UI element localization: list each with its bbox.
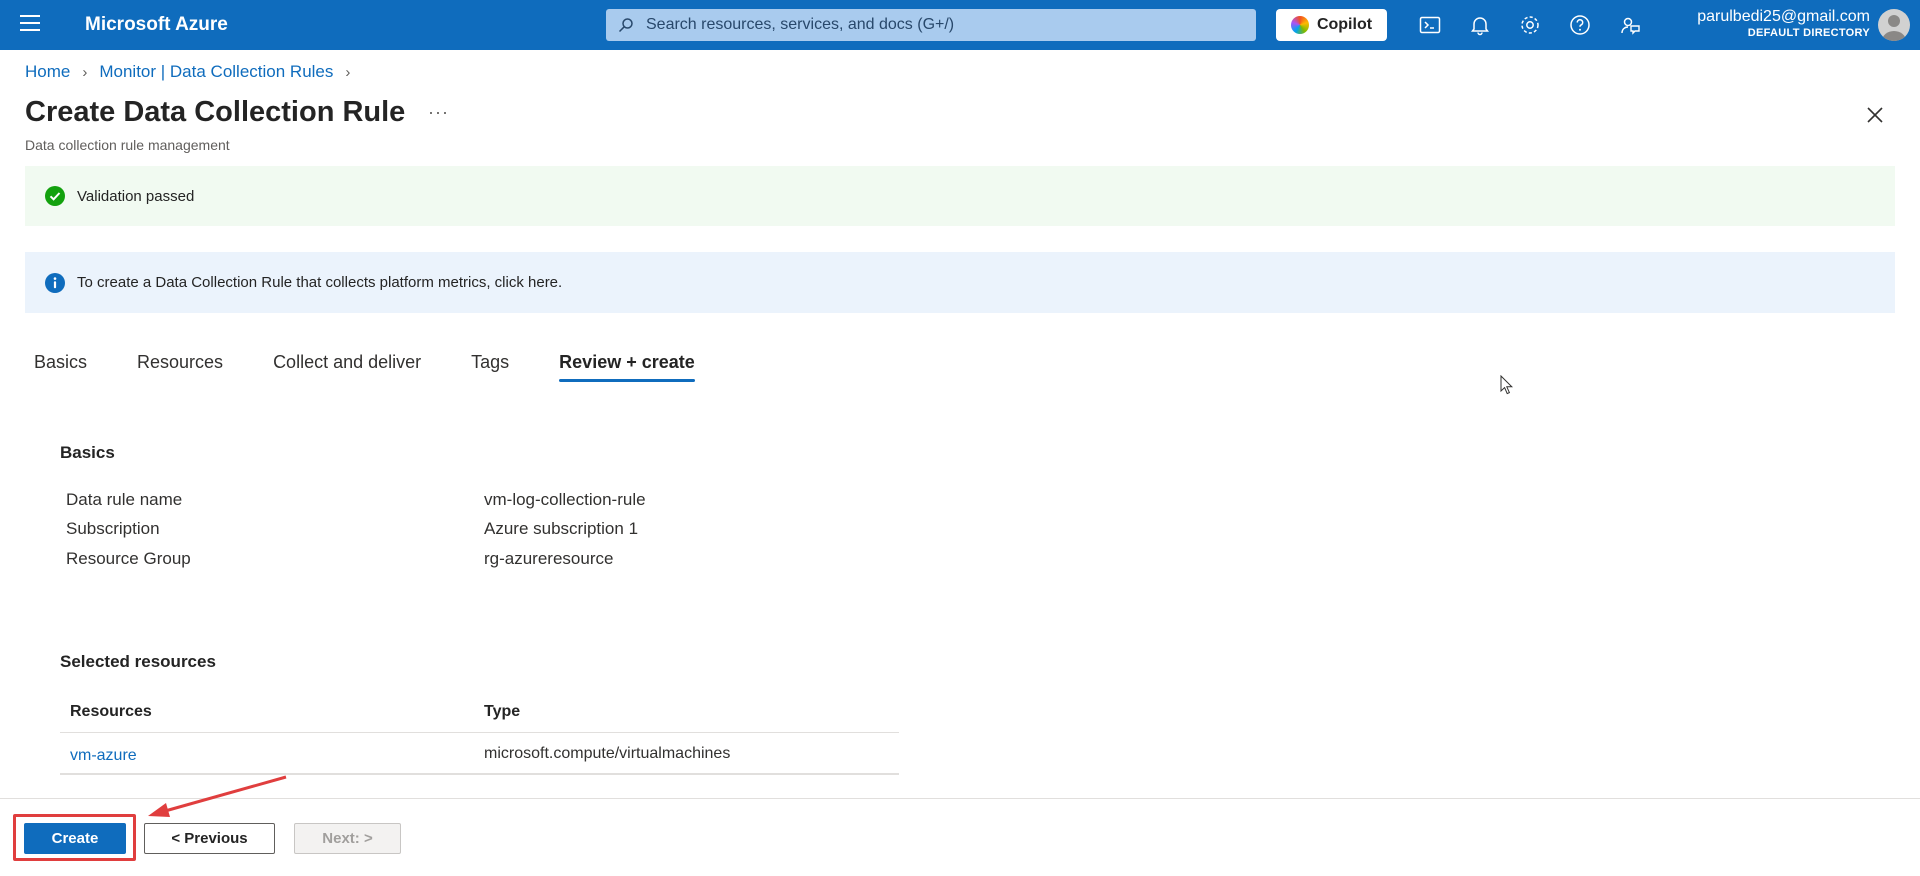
info-message[interactable]: To create a Data Collection Rule that co… [77,274,562,291]
info-icon [45,272,65,293]
tab-resources[interactable]: Resources [128,342,232,382]
create-highlight-box [13,814,136,861]
gear-icon[interactable] [1518,13,1542,37]
chevron-right-icon: › [345,63,351,81]
basics-label-subscription: Subscription [66,519,160,538]
annotation-arrow-icon [148,775,287,817]
selected-resources-heading: Selected resources [60,652,216,671]
breadcrumb-monitor-dcr[interactable]: Monitor | Data Collection Rules [99,62,333,82]
account-directory: DEFAULT DIRECTORY [1747,27,1870,39]
cloud-shell-icon[interactable] [1418,13,1442,37]
copilot-label: Copilot [1316,16,1373,33]
search-box[interactable] [606,9,1256,41]
basics-value-resource-group: rg-azureresource [484,549,614,568]
close-icon[interactable] [1865,105,1885,125]
basics-label-rule-name: Data rule name [66,490,183,509]
tab-collect-and-deliver[interactable]: Collect and deliver [264,342,430,382]
basics-value-rule-name: vm-log-collection-rule [484,490,646,509]
more-options-button[interactable]: ··· [428,102,449,123]
help-icon[interactable] [1568,13,1592,37]
info-banner[interactable]: To create a Data Collection Rule that co… [25,252,1895,313]
basics-label-resource-group: Resource Group [66,549,191,568]
account-info[interactable]: parulbedi25@gmail.com DEFAULT DIRECTORY [1697,8,1870,39]
tab-tags[interactable]: Tags [462,342,518,382]
avatar[interactable] [1878,9,1910,41]
search-input[interactable] [644,15,1248,35]
previous-button[interactable]: < Previous [144,823,275,854]
resource-link[interactable]: vm-azure [70,747,137,765]
resource-type: microsoft.compute/virtualmachines [484,745,731,762]
bell-icon[interactable] [1468,13,1492,37]
menu-icon[interactable] [20,15,40,35]
breadcrumb: Home › Monitor | Data Collection Rules › [25,62,362,82]
mouse-cursor-icon [1500,375,1514,395]
top-bar: Microsoft Azure Copilot parulbedi25@gmai… [0,0,1920,50]
next-button[interactable]: Next: > [294,823,401,854]
page-subtitle: Data collection rule management [25,137,230,153]
validation-message: Validation passed [77,187,195,205]
copilot-icon [1290,16,1309,34]
validation-banner: Validation passed [25,166,1895,226]
user-icon [1882,15,1906,41]
tab-review-create[interactable]: Review + create [550,342,704,382]
copilot-button[interactable]: Copilot [1276,9,1387,41]
feedback-icon[interactable] [1618,13,1642,37]
breadcrumb-home[interactable]: Home [25,62,70,82]
selected-resources-table: Resources Type vm-azure microsoft.comput… [60,690,899,775]
column-header-type: Type [484,703,521,720]
brand-title[interactable]: Microsoft Azure [85,14,228,36]
chevron-right-icon: › [82,63,88,81]
wizard-tabs: Basics Resources Collect and deliver Tag… [25,342,736,384]
tab-basics[interactable]: Basics [25,342,96,382]
account-email: parulbedi25@gmail.com [1697,8,1870,25]
search-icon [618,18,633,33]
column-header-resources: Resources [70,703,152,720]
check-circle-icon [45,186,65,206]
page-title: Create Data Collection Rule [25,96,406,128]
basics-heading: Basics [60,443,115,462]
table-header: Resources Type [60,690,899,733]
basics-value-subscription: Azure subscription 1 [484,519,639,538]
table-row: vm-azure microsoft.compute/virtualmachin… [60,733,899,775]
